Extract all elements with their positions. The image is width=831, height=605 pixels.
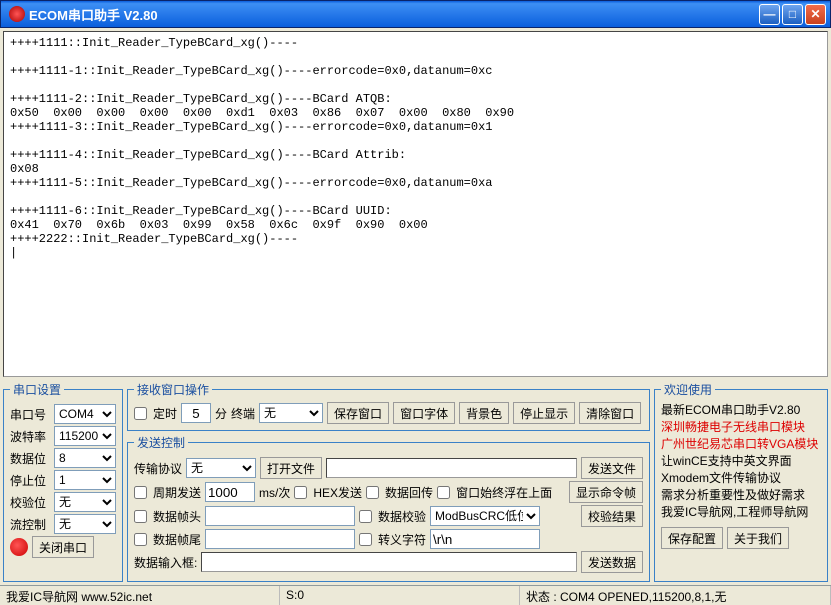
about-button[interactable]: 关于我们 (727, 527, 789, 549)
stop-display-button[interactable]: 停止显示 (513, 402, 575, 424)
proto-select[interactable]: 无 (186, 458, 256, 478)
welcome-group: 欢迎使用 最新ECOM串口助手V2.80 深圳畅捷电子无线串口模块 广州世纪易芯… (654, 381, 828, 582)
timer-unit: 分 (215, 405, 227, 422)
welcome-line-6[interactable]: 需求分析重要性及做好需求 (661, 487, 821, 504)
welcome-legend: 欢迎使用 (661, 381, 715, 398)
welcome-line-1[interactable]: 最新ECOM串口助手V2.80 (661, 402, 821, 419)
flow-label: 流控制 (10, 516, 52, 533)
period-checkbox[interactable] (134, 486, 147, 499)
show-cmd-button[interactable]: 显示命令帧 (569, 481, 643, 503)
term-select[interactable]: 无 (259, 403, 323, 423)
recv-ops-group: 接收窗口操作 定时 分 终端 无 保存窗口 窗口字体 背景色 停止显示 清除窗口 (127, 381, 650, 431)
timer-checkbox[interactable] (134, 407, 147, 420)
welcome-line-7[interactable]: 我爱IC导航网,工程师导航网 (661, 504, 821, 521)
app-icon (9, 6, 25, 22)
welcome-line-5[interactable]: Xmodem文件传输协议 (661, 470, 821, 487)
data-label: 数据位 (10, 450, 52, 467)
stop-select[interactable]: 1 (54, 470, 116, 490)
save-config-button[interactable]: 保存配置 (661, 527, 723, 549)
save-window-button[interactable]: 保存窗口 (327, 402, 389, 424)
echo-checkbox[interactable] (366, 486, 379, 499)
send-data-button[interactable]: 发送数据 (581, 551, 643, 573)
status-sent: S:0 (280, 586, 520, 605)
baud-label: 波特率 (10, 428, 52, 445)
welcome-line-3[interactable]: 广州世纪易芯串口转VGA模块 (661, 436, 821, 453)
term-label: 终端 (231, 405, 255, 422)
parity-select[interactable]: 无 (54, 492, 116, 512)
file-path-input[interactable] (326, 458, 577, 478)
period-unit: ms/次 (259, 484, 290, 501)
tail-input[interactable] (205, 529, 355, 549)
maximize-button[interactable]: □ (782, 4, 803, 25)
input-label: 数据输入框: (134, 554, 197, 571)
timer-label: 定时 (153, 405, 177, 422)
check-select[interactable]: ModBusCRC低位 (430, 506, 540, 526)
period-input[interactable] (205, 482, 255, 502)
minimize-button[interactable]: — (759, 4, 780, 25)
timer-input[interactable] (181, 403, 211, 423)
welcome-line-2[interactable]: 深圳畅捷电子无线串口模块 (661, 419, 821, 436)
tail-checkbox[interactable] (134, 533, 147, 546)
head-checkbox[interactable] (134, 510, 147, 523)
head-label: 数据帧头 (153, 508, 201, 525)
hex-label: HEX发送 (313, 484, 362, 501)
window-title: ECOM串口助手 V2.80 (29, 5, 759, 24)
font-button[interactable]: 窗口字体 (393, 402, 455, 424)
open-file-button[interactable]: 打开文件 (260, 457, 322, 479)
welcome-line-4[interactable]: 让winCE支持中英文界面 (661, 453, 821, 470)
stop-label: 停止位 (10, 472, 52, 489)
parity-label: 校验位 (10, 494, 52, 511)
ontop-label: 窗口始终浮在上面 (456, 484, 552, 501)
tail-label: 数据帧尾 (153, 531, 201, 548)
check-label: 数据校验 (378, 508, 426, 525)
proto-label: 传输协议 (134, 460, 182, 477)
send-data-input[interactable] (201, 552, 577, 572)
baud-select[interactable]: 115200 (54, 426, 116, 446)
esc-checkbox[interactable] (359, 533, 372, 546)
echo-label: 数据回传 (385, 484, 433, 501)
data-select[interactable]: 8 (54, 448, 116, 468)
port-legend: 串口设置 (10, 381, 64, 398)
status-site: 我爱IC导航网 www.52ic.net (0, 586, 280, 605)
status-bar: 我爱IC导航网 www.52ic.net S:0 状态 : COM4 OPENE… (0, 585, 831, 605)
close-port-button[interactable]: 关闭串口 (32, 536, 94, 558)
send-legend: 发送控制 (134, 434, 188, 451)
esc-input[interactable] (430, 529, 540, 549)
close-button[interactable]: ✕ (805, 4, 826, 25)
send-control-group: 发送控制 传输协议 无 打开文件 发送文件 周期发送 ms/次 HEX发送 (127, 434, 650, 582)
check-checkbox[interactable] (359, 510, 372, 523)
port-label: 串口号 (10, 406, 52, 423)
clear-window-button[interactable]: 清除窗口 (579, 402, 641, 424)
title-bar: ECOM串口助手 V2.80 — □ ✕ (0, 0, 831, 28)
send-file-button[interactable]: 发送文件 (581, 457, 643, 479)
flow-select[interactable]: 无 (54, 514, 116, 534)
ontop-checkbox[interactable] (437, 486, 450, 499)
terminal-output[interactable]: ++++1111::Init_Reader_TypeBCard_xg()----… (3, 31, 828, 377)
esc-label: 转义字符 (378, 531, 426, 548)
bgcolor-button[interactable]: 背景色 (459, 402, 509, 424)
head-input[interactable] (205, 506, 355, 526)
port-settings-group: 串口设置 串口号COM4 波特率115200 数据位8 停止位1 校验位无 流控… (3, 381, 123, 582)
period-label: 周期发送 (153, 484, 201, 501)
status-led-icon (10, 538, 28, 556)
recv-legend: 接收窗口操作 (134, 381, 212, 398)
status-port: 状态 : COM4 OPENED,115200,8,1,无 (520, 586, 831, 605)
hex-checkbox[interactable] (294, 486, 307, 499)
port-select[interactable]: COM4 (54, 404, 116, 424)
